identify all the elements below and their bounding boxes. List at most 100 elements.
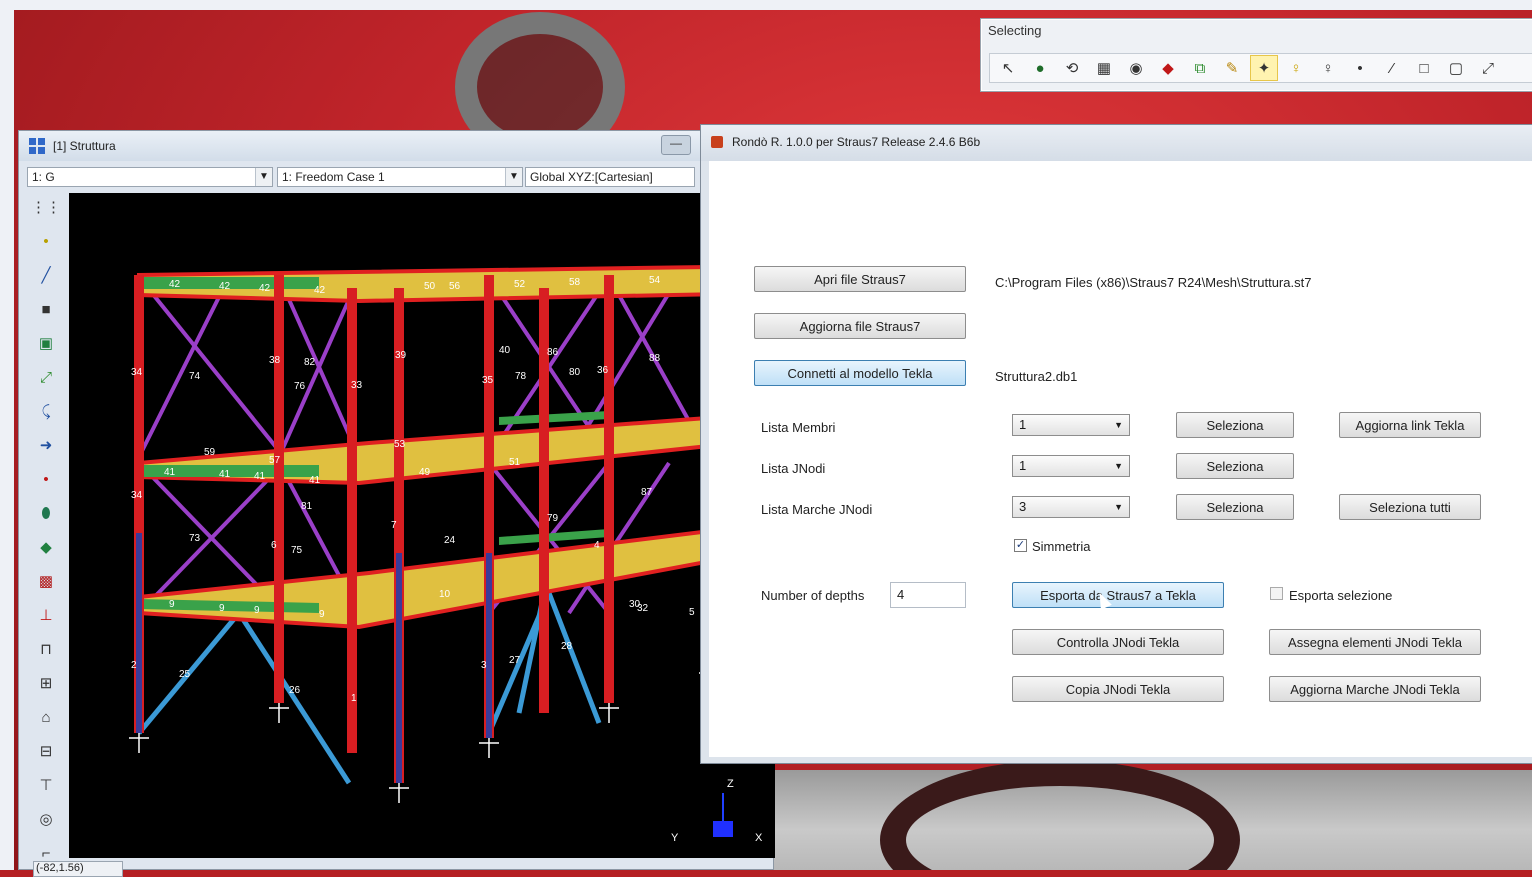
desktop-edge-top — [0, 0, 1532, 10]
select-members-button[interactable]: Seleziona — [1176, 412, 1294, 438]
tower-icon[interactable]: ⌂ — [33, 703, 59, 731]
struttura-title: [1] Struttura — [53, 139, 116, 153]
symmetry-checkbox[interactable]: ✓ — [1014, 539, 1027, 552]
rect-icon[interactable]: □ — [1410, 55, 1438, 81]
chevron-down-icon: ▼ — [255, 168, 272, 186]
member-label: 49 — [419, 467, 431, 478]
restraint-icon[interactable]: ⊥ — [33, 601, 59, 629]
axis-z-label: Z — [727, 778, 734, 790]
jnodes-list-label: Lista JNodi — [761, 461, 826, 476]
member-label: 74 — [189, 371, 201, 382]
member-label: 26 — [289, 685, 301, 696]
member-label: 80 — [569, 367, 581, 378]
update-file-button[interactable]: Aggiorna file Straus7 — [754, 313, 966, 339]
coordinate-system-dropdown[interactable]: Global XYZ:[Cartesian] — [525, 167, 695, 187]
chevron-down-icon: ▼ — [1114, 502, 1123, 512]
box-icon[interactable]: ▢ — [1442, 55, 1470, 81]
bulb-icon[interactable]: ♀ — [1282, 55, 1310, 81]
load-icon[interactable]: ⤹ — [33, 397, 59, 425]
assign-jnode-elements-button[interactable]: Assegna elementi JNodi Tekla — [1269, 629, 1481, 655]
member-label: 25 — [179, 669, 191, 680]
minimize-button[interactable]: — — [661, 135, 691, 155]
cap-icon[interactable]: ◎ — [33, 805, 59, 833]
export-selection-label: Esporta selezione — [1289, 588, 1393, 603]
member-label: 41 — [254, 471, 266, 482]
grid-icon[interactable]: ⊞ — [33, 669, 59, 697]
truss-icon[interactable]: ⊤ — [33, 771, 59, 799]
line-icon[interactable]: ⁄ — [1378, 55, 1406, 81]
group-dropdown[interactable]: 1: G ▼ — [27, 167, 273, 187]
members-list-label: Lista Membri — [761, 420, 836, 435]
jnodes-combobox[interactable]: 1 ▼ — [1012, 455, 1130, 477]
chevron-down-icon: ▼ — [505, 168, 522, 186]
freedom-case-value: 1: Freedom Case 1 — [282, 170, 385, 184]
connect-tekla-button[interactable]: Connetti al modello Tekla — [754, 360, 966, 386]
member-label: 42 — [314, 285, 326, 296]
axis-y-label: Y — [671, 832, 679, 844]
member-label: 53 — [394, 439, 406, 450]
member-label: 82 — [304, 357, 316, 368]
member-label: 7 — [391, 520, 397, 531]
export-selection-checkbox[interactable] — [1270, 587, 1283, 600]
marks-combobox-value: 3 — [1019, 499, 1027, 514]
rondo-title: Rondò R. 1.0.0 per Straus7 Release 2.4.6… — [732, 135, 981, 149]
floor-slabs — [137, 264, 775, 630]
depths-label: Number of depths — [761, 588, 865, 603]
member-label: 79 — [547, 513, 559, 524]
members-combobox[interactable]: 1 ▼ — [1012, 414, 1130, 436]
pencil-icon[interactable]: ✎ — [1218, 55, 1246, 81]
beam-icon[interactable]: ╱ — [33, 261, 59, 289]
member-label: 76 — [294, 381, 306, 392]
dots-grid-icon[interactable]: ⋮⋮ — [31, 193, 61, 221]
member-label: 6 — [271, 540, 277, 551]
link-icon[interactable]: ⤢ — [33, 363, 59, 391]
open-file-button[interactable]: Apri file Straus7 — [754, 266, 966, 292]
member-label: 24 — [444, 535, 456, 546]
flag-icon[interactable]: ◆ — [1154, 55, 1182, 81]
cylinder-icon[interactable]: ⬮ — [33, 499, 59, 527]
mesh-icon[interactable]: ▩ — [33, 567, 59, 595]
export-to-tekla-button[interactable]: Esporta da Straus7 a Tekla — [1012, 582, 1224, 608]
axis-x-label: X — [755, 832, 763, 844]
depths-input[interactable]: 4 — [890, 582, 966, 608]
update-tekla-link-button[interactable]: Aggiorna link Tekla — [1339, 412, 1481, 438]
group-icon[interactable]: ⧉ — [1186, 55, 1214, 81]
dot-icon[interactable]: • — [1346, 55, 1374, 81]
pointer-icon[interactable]: ↖ — [994, 55, 1022, 81]
model-viewport[interactable]: 42 42 42 42 50 54 52 58 56 41 41 41 41 5… — [69, 193, 775, 858]
node-icon[interactable]: ✦ — [1250, 55, 1278, 81]
globe-icon[interactable]: ● — [1026, 55, 1054, 81]
frame-icon[interactable]: ⊓ — [33, 635, 59, 663]
member-label: 9 — [254, 605, 260, 616]
marks-combobox[interactable]: 3 ▼ — [1012, 496, 1130, 518]
axis-triad: Z Y X — [671, 778, 763, 844]
arrow-icon[interactable]: ⤢ — [1474, 55, 1502, 81]
member-label: 41 — [309, 475, 321, 486]
copy-jnodes-button[interactable]: Copia JNodi Tekla — [1012, 676, 1224, 702]
block-icon[interactable]: ⊟ — [33, 737, 59, 765]
select-marks-button[interactable]: Seleziona — [1176, 494, 1294, 520]
plate-icon[interactable]: ■ — [33, 295, 59, 323]
freedom-case-dropdown[interactable]: 1: Freedom Case 1 ▼ — [277, 167, 523, 187]
select-jnodes-button[interactable]: Seleziona — [1176, 453, 1294, 479]
member-label: 9 — [169, 599, 175, 610]
lasso-icon[interactable]: ⟲ — [1058, 55, 1086, 81]
member-label: 41 — [219, 469, 231, 480]
point-icon[interactable]: • — [33, 465, 59, 493]
rondo-titlebar: Rondò R. 1.0.0 per Straus7 Release 2.4.6… — [701, 125, 1532, 161]
member-label: 78 — [515, 371, 527, 382]
select-all-button[interactable]: Seleziona tutti — [1339, 494, 1481, 520]
member-label: 51 — [509, 457, 521, 468]
update-jnode-marks-button[interactable]: Aggiorna Marche JNodi Tekla — [1269, 676, 1481, 702]
arrow-right-icon[interactable]: ➜ — [33, 431, 59, 459]
sphere-icon[interactable]: ◉ — [1122, 55, 1150, 81]
check-jnodes-button[interactable]: Controlla JNodi Tekla — [1012, 629, 1224, 655]
node-icon[interactable]: • — [33, 227, 59, 255]
member-label: 39 — [395, 350, 407, 361]
grid-select-icon[interactable]: ▦ — [1090, 55, 1118, 81]
ruler-icon[interactable]: ◆ — [33, 533, 59, 561]
brick-icon[interactable]: ▣ — [33, 329, 59, 357]
group-dropdown-value: 1: G — [32, 170, 55, 184]
member-label: 27 — [509, 655, 521, 666]
pin-icon[interactable]: ♀ — [1314, 55, 1342, 81]
